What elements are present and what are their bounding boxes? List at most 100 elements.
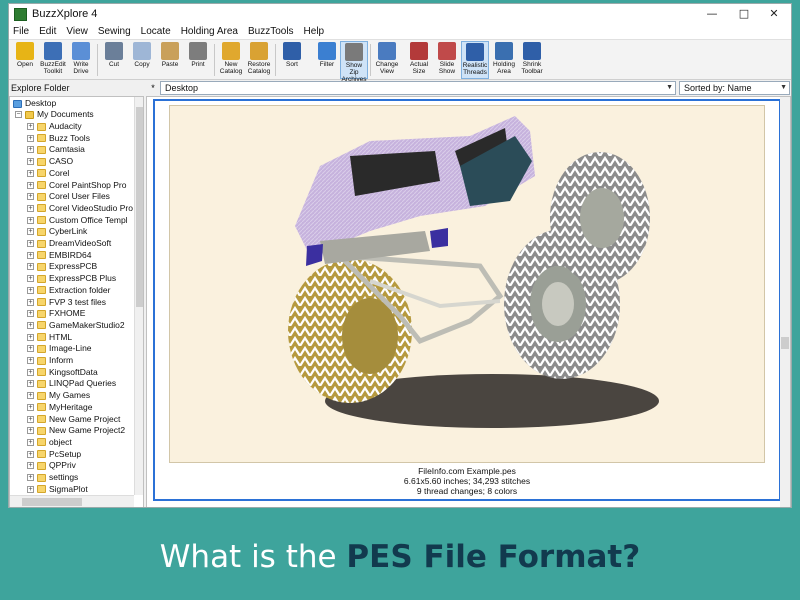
scrollbar-thumb[interactable] (136, 107, 143, 307)
tree-item[interactable]: + Extraction folder (27, 285, 110, 296)
slide-show-button[interactable]: Slide Show (433, 41, 461, 79)
expand-icon[interactable]: + (27, 485, 34, 493)
expand-icon[interactable]: + (27, 403, 34, 411)
tree-item[interactable]: + New Game Project (27, 414, 120, 425)
tree-item-desktop[interactable]: Desktop (13, 98, 56, 109)
tree-item[interactable]: + Corel (27, 168, 69, 179)
tree-item[interactable]: + Buzz Tools (27, 133, 90, 144)
expand-icon[interactable]: + (27, 169, 34, 177)
expand-icon[interactable]: + (27, 228, 34, 236)
expand-icon[interactable]: + (27, 321, 34, 329)
tree-item[interactable]: + object (27, 437, 72, 448)
print-button[interactable]: Print (184, 41, 212, 79)
tree-item[interactable]: + ExpressPCB Plus (27, 273, 116, 284)
expand-icon[interactable]: + (27, 181, 34, 189)
expand-icon[interactable]: + (27, 134, 34, 142)
design-preview-card[interactable]: FileInfo.com Example.pes 6.61x5.60 inche… (153, 99, 781, 501)
expand-icon[interactable]: + (27, 123, 34, 130)
path-combobox[interactable]: Desktop ▼ (160, 81, 676, 95)
menu-locate[interactable]: Locate (141, 26, 171, 37)
tree-item[interactable]: + Inform (27, 355, 73, 366)
scrollbar-thumb[interactable] (22, 498, 82, 506)
restore-catalog-button[interactable]: Restore Catalog (245, 41, 273, 79)
sort-button[interactable]: Sort (278, 41, 306, 79)
expand-icon[interactable]: + (27, 298, 34, 306)
menu-help[interactable]: Help (304, 26, 325, 37)
menu-holding-area[interactable]: Holding Area (181, 26, 238, 37)
menu-sewing[interactable]: Sewing (98, 26, 131, 37)
expand-icon[interactable]: + (27, 193, 34, 201)
tree-item[interactable]: + Custom Office Templ (27, 215, 128, 226)
write-drive-button[interactable]: Write Drive (67, 41, 95, 79)
tree-item[interactable]: + ExpressPCB (27, 261, 97, 272)
expand-icon[interactable]: + (27, 310, 34, 318)
tree-item[interactable]: + HTML (27, 332, 72, 343)
expand-icon[interactable]: + (27, 263, 34, 271)
realistic-threads-button[interactable]: Realistic Threads (461, 41, 489, 79)
menu-file[interactable]: File (13, 26, 29, 37)
expand-icon[interactable]: + (27, 392, 34, 400)
tree-item[interactable]: + CASO (27, 156, 73, 167)
favorites-star-icon[interactable]: * (147, 82, 159, 94)
tree-item[interactable]: + EMBIRD64 (27, 250, 92, 261)
tree-item[interactable]: + DreamVideoSoft (27, 238, 111, 249)
tree-item[interactable]: + QPPriv (27, 460, 76, 471)
tree-item-my-documents[interactable]: − My Documents (15, 109, 94, 120)
tree-vertical-scrollbar[interactable] (134, 97, 143, 495)
tree-item[interactable]: + Audacity (27, 121, 82, 132)
menu-edit[interactable]: Edit (39, 26, 56, 37)
expand-icon[interactable]: + (27, 345, 34, 353)
holding-area-button[interactable]: Holding Area (490, 41, 518, 79)
tree-item[interactable]: + New Game Project2 (27, 425, 125, 436)
new-catalog-button[interactable]: New Catalog (217, 41, 245, 79)
expand-icon[interactable]: + (27, 240, 34, 247)
expand-icon[interactable]: + (27, 333, 34, 341)
expand-icon[interactable]: + (27, 415, 34, 423)
tree-item[interactable]: + LINQPad Queries (27, 378, 116, 389)
buzzedit-toolkit-button[interactable]: BuzzEdit Toolkit (39, 41, 67, 79)
tree-item[interactable]: + Corel VideoStudio Pro (27, 203, 133, 214)
tree-item[interactable]: + FVP 3 test files (27, 297, 106, 308)
tree-item[interactable]: + SigmaPlot (27, 484, 88, 495)
cut-button[interactable]: Cut (100, 41, 128, 79)
shrink-toolbar-button[interactable]: Shrink Toolbar (518, 41, 546, 79)
preview-vertical-scrollbar[interactable] (780, 97, 790, 507)
close-button[interactable]: ✕ (759, 4, 789, 24)
expand-icon[interactable]: + (27, 158, 34, 166)
expand-icon[interactable]: + (27, 380, 34, 388)
expand-icon[interactable]: + (27, 251, 34, 259)
minimize-button[interactable]: — (697, 4, 727, 24)
sort-combobox[interactable]: Sorted by: Name ▼ (679, 81, 790, 95)
expand-icon[interactable]: + (27, 462, 34, 470)
tree-item[interactable]: + KingsoftData (27, 367, 98, 378)
expand-icon[interactable]: + (27, 450, 34, 458)
tree-item[interactable]: + PcSetup (27, 449, 81, 460)
expand-icon[interactable]: + (27, 216, 34, 224)
scrollbar-thumb[interactable] (781, 337, 789, 349)
filter-button[interactable]: Filter (313, 41, 341, 79)
menu-view[interactable]: View (66, 26, 88, 37)
paste-button[interactable]: Paste (156, 41, 184, 79)
tree-item[interactable]: + My Games (27, 390, 90, 401)
open-button[interactable]: Open (11, 41, 39, 79)
expand-icon[interactable]: + (27, 146, 34, 154)
expand-icon[interactable]: + (27, 204, 34, 212)
expand-icon[interactable]: + (27, 438, 34, 446)
tree-item[interactable]: + FXHOME (27, 308, 85, 319)
show-zip-archives-button[interactable]: Show Zip Archives (340, 41, 368, 83)
tree-item[interactable]: + Image-Line (27, 343, 92, 354)
tree-item[interactable]: + settings (27, 472, 78, 483)
tree-item[interactable]: + MyHeritage (27, 402, 92, 413)
actual-size-button[interactable]: Actual Size (405, 41, 433, 79)
change-view-button[interactable]: Change View (373, 41, 401, 79)
tree-horizontal-scrollbar[interactable] (10, 495, 134, 507)
expand-icon[interactable]: + (27, 427, 34, 435)
expand-icon[interactable]: + (27, 357, 34, 364)
tree-item[interactable]: + GameMakerStudio2 (27, 320, 125, 331)
tree-item[interactable]: + Camtasia (27, 144, 85, 155)
menu-buzztools[interactable]: BuzzTools (248, 26, 294, 37)
collapse-icon[interactable]: − (15, 111, 22, 118)
tree-item[interactable]: + Corel User Files (27, 191, 110, 202)
tree-item[interactable]: + Corel PaintShop Pro (27, 180, 127, 191)
copy-button[interactable]: Copy (128, 41, 156, 79)
